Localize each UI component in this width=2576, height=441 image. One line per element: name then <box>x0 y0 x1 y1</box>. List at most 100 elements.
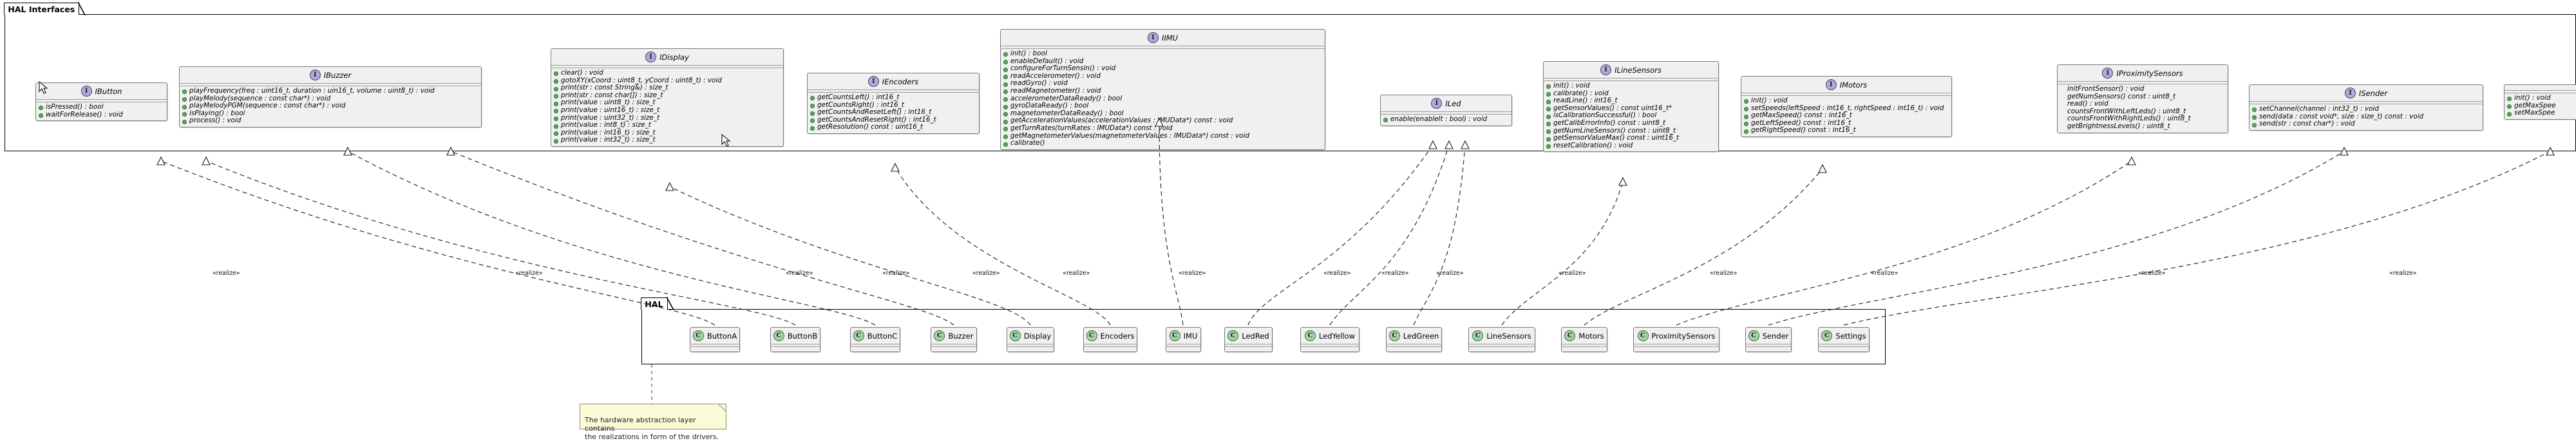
class-box-imu[interactable]: C IMU <box>1166 327 1201 352</box>
operation-signature: readMagnetometer() : void <box>1010 86 1101 95</box>
operations-compartment <box>1007 347 1054 352</box>
operation-signature: setMaxSpee <box>2514 109 2555 117</box>
public-visibility-icon <box>2252 115 2257 120</box>
package-hal-interfaces-tab: HAL Interfaces <box>4 2 86 16</box>
operations-compartment <box>1387 347 1441 352</box>
operation-row: print(value : int8_t) : size_t <box>554 122 781 129</box>
classifier-name: Settings <box>1835 331 1866 341</box>
realize-stereotype-label: «realize» <box>882 270 910 277</box>
operation-signature: getCalibErrorInfo() const : uint8_t <box>1553 118 1666 127</box>
classifier-name: IBuzzer <box>323 70 352 80</box>
diagram-note: The hardware abstraction layer contains … <box>580 404 726 441</box>
public-visibility-icon <box>182 104 187 109</box>
interface-box-ilinesensors[interactable]: I ILineSensors init() : void calibrate() : … <box>1543 61 1719 153</box>
interface-box-idisplay[interactable]: I IDisplay clear() : void gotoXY(xCoord : u… <box>551 48 784 147</box>
classifier-header: C Sender <box>1746 328 1791 344</box>
class-stereotype-icon: C <box>1472 330 1484 341</box>
class-box-sender[interactable]: C Sender <box>1745 327 1792 352</box>
classifier-name: IDisplay <box>659 52 689 62</box>
interface-box-ibuzzer[interactable]: I IBuzzer playFrequency(freq : uint16_t, d… <box>179 66 482 127</box>
public-visibility-icon <box>1546 144 1551 149</box>
class-box-ledred[interactable]: C LedRed <box>1224 327 1273 352</box>
class-stereotype-icon: C <box>1564 330 1576 341</box>
public-visibility-icon <box>1003 104 1008 109</box>
classifier-name: ButtonA <box>706 331 737 341</box>
operations-compartment <box>1562 347 1607 352</box>
class-box-buzzer[interactable]: C Buzzer <box>931 327 977 352</box>
public-visibility-icon <box>1003 59 1008 64</box>
interface-box-clipped[interactable]: init() : void getMaxSpee setMaxSpee <box>2504 84 2576 120</box>
class-box-ledgreen[interactable]: C LedGreen <box>1386 327 1442 352</box>
class-box-encoders[interactable]: C Encoders <box>1083 327 1137 352</box>
classifier-name: IMU <box>1183 331 1198 341</box>
operation-row: enable(enableIt : bool) : void <box>1383 115 1509 124</box>
operation-signature: waitForRelease() : void <box>46 110 123 118</box>
operation-row: send(str : const char*) : void <box>2252 120 2480 128</box>
operation-row: initFrontSensor() : void <box>2060 85 2225 93</box>
class-stereotype-icon: C <box>1305 330 1316 341</box>
class-box-proximitysensors[interactable]: C ProximitySensors <box>1633 327 1719 352</box>
public-visibility-icon <box>2507 97 2512 102</box>
operation-signature: initFrontSensor() : void <box>2067 85 2145 93</box>
classifier-header: C ProximitySensors <box>1634 328 1719 344</box>
interface-box-iimu[interactable]: I IIMU init() : bool enableDefault() : void… <box>1000 29 1325 150</box>
class-box-buttona[interactable]: C ButtonA <box>690 327 740 352</box>
realize-stereotype-label: «realize» <box>515 270 543 277</box>
public-visibility-icon <box>1003 67 1008 72</box>
package-hal-interfaces-label: HAL Interfaces <box>8 4 75 14</box>
classifier-header: C LineSensors <box>1469 328 1535 344</box>
classifier-header: C LedRed <box>1225 328 1272 344</box>
interface-box-iled[interactable]: I ILed enable(enableIt : bool) : void <box>1380 95 1512 126</box>
public-visibility-icon <box>1383 118 1388 123</box>
class-box-buttonb[interactable]: C ButtonB <box>770 327 820 352</box>
operation-signature: getMagnetometerValues(magnetometerValues… <box>1010 131 1249 140</box>
classifier-header: C LedYellow <box>1301 328 1359 344</box>
class-box-ledyellow[interactable]: C LedYellow <box>1300 327 1359 352</box>
classifier-header: I IEncoders <box>808 73 979 90</box>
interface-box-ibutton[interactable]: I IButton isPressed() : bool waitForRelease… <box>35 82 167 122</box>
interface-stereotype-icon: I <box>80 86 92 97</box>
class-stereotype-icon: C <box>1748 330 1759 341</box>
operation-signature: getResolution() const : uint16_t <box>817 123 923 131</box>
classifier-header: C Motors <box>1562 328 1607 344</box>
interface-box-iproximitysensors[interactable]: I IProximitySensors initFrontSensor() : vo… <box>2057 64 2228 133</box>
operation-row: setMaxSpee <box>2507 109 2576 117</box>
public-visibility-icon <box>1003 82 1008 87</box>
diagram-note-text: The hardware abstraction layer contains … <box>585 416 719 441</box>
interface-box-isender[interactable]: I ISender setChannel(channel : int32_t) : … <box>2249 84 2483 131</box>
class-box-motors[interactable]: C Motors <box>1561 327 1607 352</box>
interface-stereotype-icon: I <box>1825 79 1837 90</box>
interface-stereotype-icon: I <box>1600 64 1612 75</box>
class-box-settings[interactable]: C Settings <box>1818 327 1870 352</box>
operation-signature: playFrequency(freq : uint16_t, duration … <box>189 87 435 95</box>
operation-row: playFrequency(freq : uint16_t, duration … <box>182 87 478 95</box>
public-visibility-icon <box>554 71 558 77</box>
operation-row: getCalibErrorInfo() const : uint8_t <box>1546 118 1716 127</box>
realize-stereotype-label: «realize» <box>1871 270 1899 277</box>
realize-stereotype-label: «realize» <box>2138 270 2166 277</box>
public-visibility-icon <box>810 103 815 108</box>
classifier-name: IMotors <box>1839 80 1868 89</box>
public-visibility-icon <box>182 119 187 124</box>
public-visibility-icon <box>1546 107 1551 112</box>
public-visibility-icon <box>1003 97 1008 102</box>
class-box-buttonc[interactable]: C ButtonC <box>850 327 900 352</box>
public-visibility-icon <box>1744 129 1748 134</box>
public-visibility-icon <box>810 118 815 124</box>
realize-stereotype-label: «realize» <box>1179 270 1206 277</box>
interface-box-iencoders[interactable]: I IEncoders getCountsLeft() : int16_t getCo… <box>807 73 980 134</box>
public-visibility-icon <box>554 94 558 99</box>
realize-stereotype-label: «realize» <box>786 270 813 277</box>
operation-signature: init() : void <box>1553 82 1590 89</box>
classifier-header: I IMotors <box>1741 77 1951 93</box>
public-visibility-icon <box>1003 52 1008 57</box>
interface-box-imotors[interactable]: I IMotors init() : void setSpeeds(leftSpeed… <box>1741 76 1952 137</box>
operation-row: clear() : void <box>554 69 781 77</box>
class-box-linesensors[interactable]: C LineSensors <box>1468 327 1535 352</box>
class-stereotype-icon: C <box>1388 330 1400 341</box>
public-visibility-icon <box>1003 119 1008 124</box>
classifier-header: C Buzzer <box>931 328 976 344</box>
class-box-display[interactable]: C Display <box>1007 327 1054 352</box>
public-visibility-icon <box>2507 104 2512 109</box>
operation-row: getTurnRates(turnRates : IMUData*) const… <box>1003 124 1322 133</box>
